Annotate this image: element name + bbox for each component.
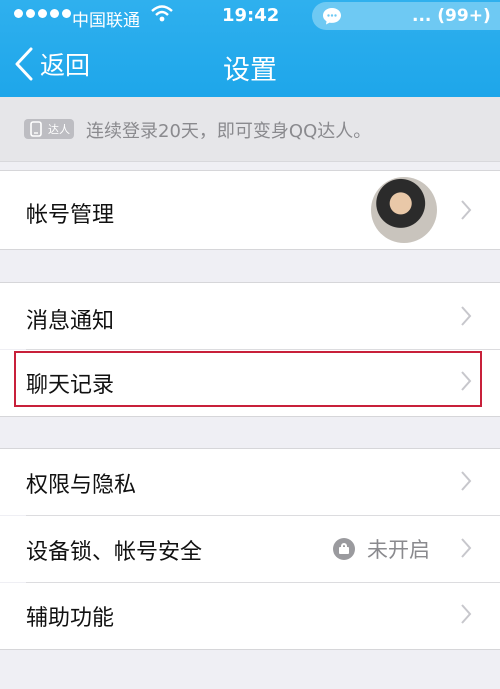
row-accessibility[interactable]: 辅助功能 — [0, 583, 500, 649]
row-notifications-label: 消息通知 — [26, 309, 115, 334]
message-icon[interactable] — [322, 6, 342, 26]
chevron-right-icon — [461, 604, 472, 624]
tip-text: 连续登录20天，即可变身QQ达人。 — [86, 121, 372, 142]
chevron-right-icon — [461, 306, 472, 326]
row-device-lock-label: 设备锁、帐号安全 — [26, 540, 203, 565]
daren-badge: 达人 — [24, 119, 74, 139]
row-privacy-label: 权限与隐私 — [26, 473, 137, 498]
chevron-right-icon — [461, 538, 472, 558]
highlight-box — [14, 351, 482, 407]
wifi-icon — [151, 5, 173, 22]
chevron-right-icon — [461, 200, 472, 220]
chevron-right-icon — [461, 471, 472, 491]
page-title: 设置 — [223, 55, 277, 86]
daren-badge-label: 达人 — [48, 123, 70, 136]
divider — [0, 649, 500, 650]
status-bar: 中国联通 19:42 ... (99+) — [0, 0, 500, 34]
avatar[interactable] — [371, 177, 437, 243]
phone-icon — [30, 121, 42, 137]
row-privacy[interactable]: 权限与隐私 — [0, 449, 500, 515]
divider — [0, 416, 500, 417]
divider — [0, 249, 500, 250]
row-accessibility-label: 辅助功能 — [26, 606, 115, 631]
tip-banner: 达人 连续登录20天，即可变身QQ达人。 — [0, 97, 500, 162]
carrier-label: 中国联通 — [72, 11, 140, 31]
status-time: 19:42 — [222, 5, 280, 26]
lock-icon — [333, 538, 355, 560]
row-notifications[interactable]: 消息通知 — [0, 283, 500, 349]
device-lock-status: 未开启 — [367, 538, 430, 562]
header: 中国联通 19:42 ... (99+) 返回 设置 — [0, 0, 500, 97]
unread-badge: ... (99+) — [412, 6, 491, 26]
signal-dots-icon — [14, 9, 71, 18]
row-account-label: 帐号管理 — [26, 203, 115, 228]
